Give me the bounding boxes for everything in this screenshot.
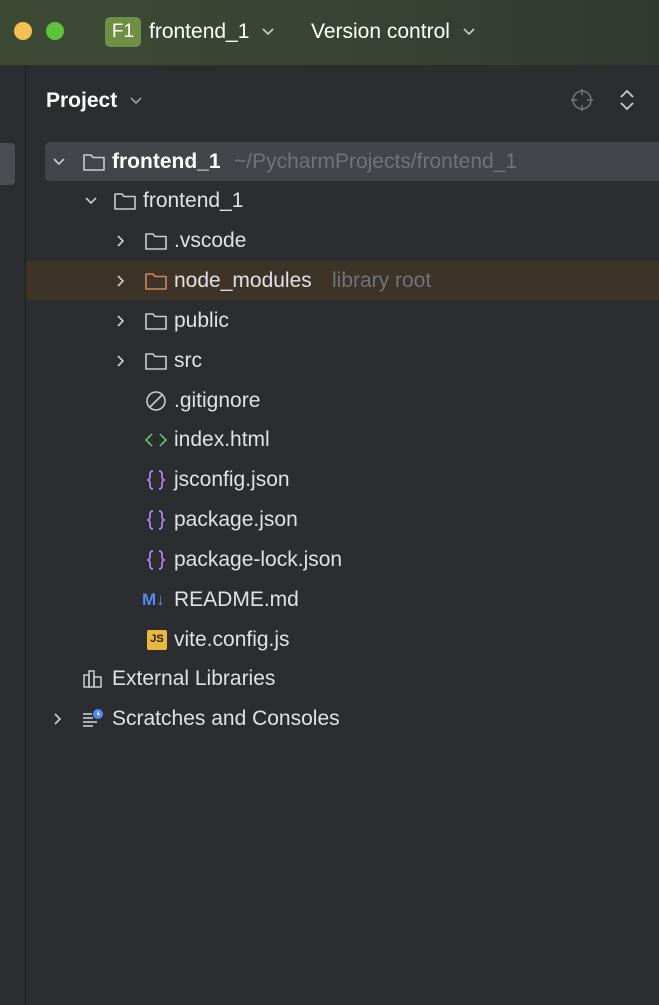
javascript-file-icon: JS: [147, 620, 167, 659]
tree-row-external-libraries[interactable]: External Libraries: [26, 659, 659, 698]
js-badge: JS: [147, 629, 167, 650]
locate-file-icon[interactable]: [569, 87, 595, 113]
tree-label: frontend_1: [143, 189, 244, 212]
tree-row-public[interactable]: public: [26, 301, 659, 340]
folder-icon: [144, 341, 168, 380]
tree-label: .gitignore: [174, 389, 261, 412]
zoom-window-button[interactable]: [46, 22, 64, 40]
project-badge[interactable]: F1: [105, 17, 141, 47]
chevron-right-icon[interactable]: [116, 221, 126, 260]
chevron-right-icon[interactable]: [53, 699, 63, 738]
library-icon: [82, 659, 104, 698]
project-switcher[interactable]: frontend_1: [149, 18, 275, 46]
project-panel: Project frontend_1 ~/PycharmProjects/fro…: [26, 65, 659, 1005]
folder-icon: [144, 221, 168, 260]
version-control-label: Version control: [311, 20, 450, 43]
tree-row-node-modules[interactable]: node_modules library root: [26, 261, 659, 300]
tree-label: src: [174, 349, 202, 372]
json-file-icon: [145, 460, 167, 499]
ignore-file-icon: [145, 381, 167, 420]
chevron-right-icon[interactable]: [116, 301, 126, 340]
chevron-down-icon: [130, 97, 142, 105]
tree-label: package.json: [174, 508, 298, 531]
project-tool-window-tab[interactable]: [0, 143, 15, 185]
tree-label: index.html: [174, 428, 270, 451]
tree-label: node_modules: [174, 269, 312, 292]
minimize-window-button[interactable]: [14, 22, 32, 40]
expand-collapse-icon[interactable]: [617, 87, 637, 113]
excluded-folder-icon: [144, 261, 168, 300]
scratches-icon: [81, 699, 105, 738]
chevron-down-icon: [262, 28, 274, 36]
tree-label: public: [174, 309, 229, 332]
tree-row-readme[interactable]: M↓ README.md: [26, 580, 659, 619]
tree-row-src[interactable]: src: [26, 341, 659, 380]
tree-label: vite.config.js: [174, 628, 290, 651]
tree-row-module[interactable]: frontend_1: [26, 181, 659, 220]
chevron-right-icon[interactable]: [116, 341, 126, 380]
folder-icon: [113, 181, 137, 220]
tree-row-index-html[interactable]: index.html: [26, 420, 659, 459]
tree-label: package-lock.json: [174, 548, 343, 571]
tree-row-package-json[interactable]: package.json: [26, 500, 659, 539]
tree-row-root-project[interactable]: frontend_1 ~/PycharmProjects/frontend_1: [45, 142, 659, 181]
project-path-hint: ~/PycharmProjects/frontend_1: [234, 150, 518, 173]
tree-label: .vscode: [174, 229, 247, 252]
tree-label: jsconfig.json: [174, 468, 290, 491]
tree-row-jsconfig[interactable]: jsconfig.json: [26, 460, 659, 499]
title-bar: F1 frontend_1 Version control: [0, 0, 659, 65]
chevron-down-icon: [463, 28, 475, 36]
tree-row-scratches[interactable]: Scratches and Consoles: [26, 699, 659, 738]
chevron-down-icon[interactable]: [52, 142, 66, 181]
version-control-menu[interactable]: Version control: [311, 18, 476, 46]
chevron-down-icon[interactable]: [84, 181, 98, 220]
tree-row-vscode[interactable]: .vscode: [26, 221, 659, 260]
library-root-hint: library root: [332, 269, 432, 292]
tree-label: Scratches and Consoles: [112, 707, 340, 730]
markdown-file-icon: M↓: [142, 590, 165, 609]
json-file-icon: [145, 500, 167, 539]
tool-window-strip: [0, 65, 26, 1005]
chevron-right-icon[interactable]: [116, 261, 126, 300]
tree-row-package-lock[interactable]: package-lock.json: [26, 540, 659, 579]
tree-row-gitignore[interactable]: .gitignore: [26, 381, 659, 420]
tree-label: External Libraries: [112, 667, 276, 690]
html-file-icon: [143, 420, 169, 459]
project-view-selector[interactable]: Project: [46, 87, 143, 115]
folder-icon: [82, 142, 106, 181]
tree-label: README.md: [174, 588, 299, 611]
tree-row-vite-config[interactable]: JS vite.config.js: [26, 620, 659, 659]
json-file-icon: [145, 540, 167, 579]
panel-title: Project: [46, 89, 118, 112]
tree-label: frontend_1: [112, 150, 221, 173]
folder-icon: [144, 301, 168, 340]
project-name: frontend_1: [149, 20, 250, 43]
